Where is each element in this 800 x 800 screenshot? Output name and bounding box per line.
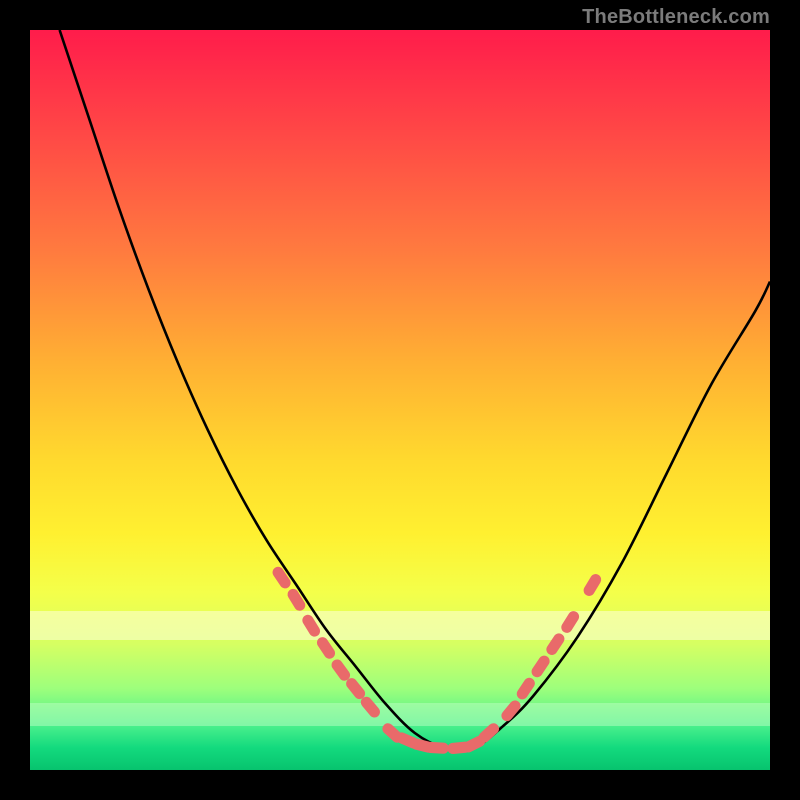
datapoint-marker: [425, 742, 449, 754]
chart-frame: TheBottleneck.com: [0, 0, 800, 800]
datapoint-marker: [582, 572, 604, 598]
chart-svg: [30, 30, 770, 770]
datapoint-marker: [515, 676, 537, 702]
watermark-text: TheBottleneck.com: [582, 6, 770, 29]
plot-area: [30, 30, 770, 770]
datapoint-marker: [559, 609, 581, 635]
datapoint-marker: [544, 631, 566, 657]
datapoint-marker: [270, 565, 292, 591]
datapoint-marker: [300, 613, 322, 639]
datapoint-marker: [285, 587, 307, 613]
datapoint-markers: [270, 565, 603, 755]
bottleneck-curve: [60, 30, 770, 750]
